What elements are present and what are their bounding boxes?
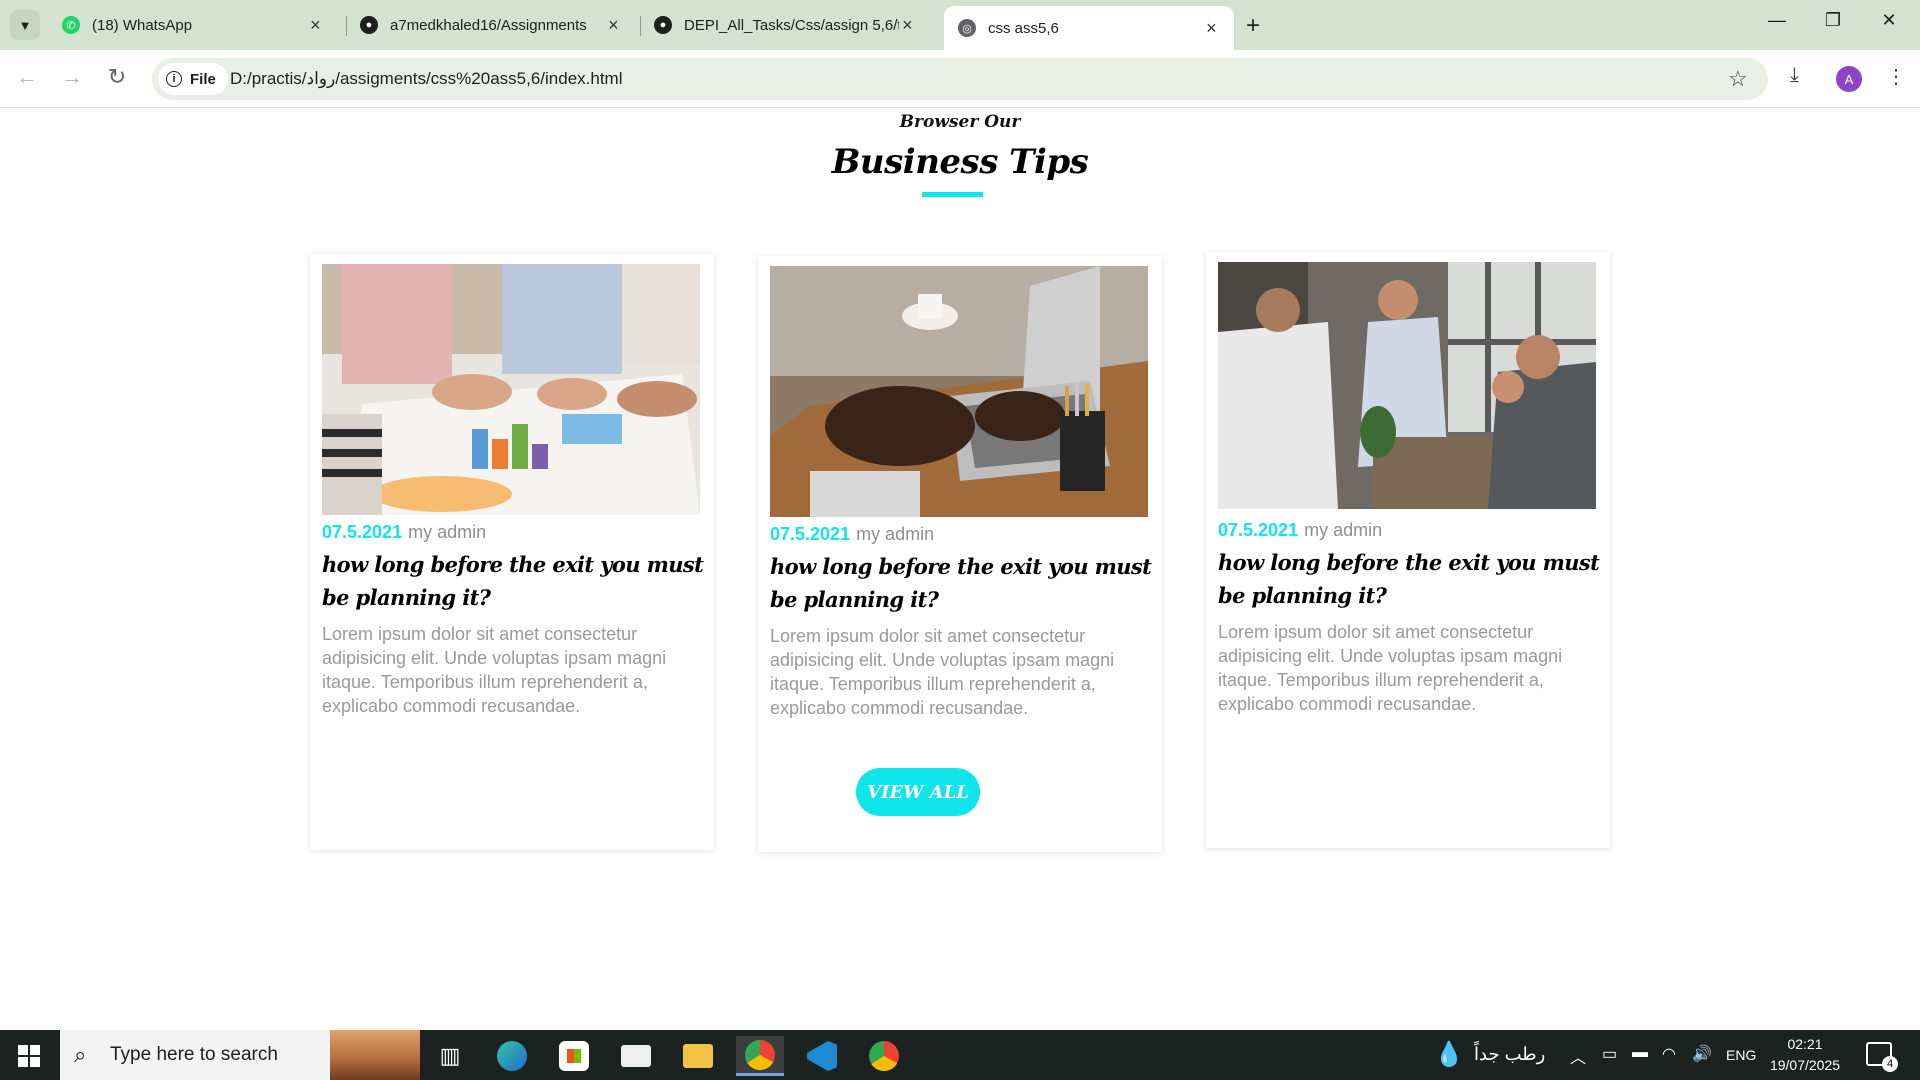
download-icon[interactable]: ⤓ <box>1790 64 1799 87</box>
clock[interactable]: 02:21 19/07/2025 <box>1766 1034 1844 1076</box>
post-date: 07.5.2021 <box>1218 520 1299 540</box>
profile-avatar[interactable]: A <box>1836 66 1862 92</box>
globe-icon: ◎ <box>958 19 976 37</box>
blog-card: 07.5.2021 my admin how long before the ex… <box>310 254 714 850</box>
post-author: my admin <box>1304 520 1383 540</box>
close-icon[interactable]: × <box>899 15 916 36</box>
close-window-icon[interactable]: ✕ <box>1874 10 1904 31</box>
windows-taskbar: ⌕ Type here to search ▥ 💧 رطب جداً ︿ ▭ ▬… <box>0 1030 1920 1080</box>
browser-toolbar: ← → ↻ i File D:/practis/رواد/assigments/… <box>0 50 1920 108</box>
chrome-icon <box>869 1041 899 1071</box>
web-page: Browser Our Business Tips 07.5.2021 my a… <box>0 108 1920 1030</box>
wifi-icon[interactable]: ◠ <box>1662 1044 1676 1064</box>
tab-css-ass[interactable]: ◎ css ass5,6 × <box>944 6 1234 50</box>
vscode-icon <box>807 1041 837 1071</box>
task-view-icon: ▥ <box>439 1043 461 1068</box>
weather-drop-icon: 💧 <box>1434 1041 1464 1068</box>
taskbar-explorer[interactable] <box>674 1036 722 1076</box>
taskbar-mail[interactable] <box>612 1036 660 1076</box>
post-meta: 07.5.2021 my admin <box>322 522 486 543</box>
taskbar-vscode[interactable] <box>798 1036 846 1076</box>
post-heading[interactable]: how long before the exit you must be pla… <box>322 548 706 614</box>
taskbar-search[interactable]: ⌕ Type here to search <box>60 1030 420 1080</box>
mail-icon <box>621 1045 651 1067</box>
taskbar-chrome-profile[interactable] <box>860 1036 908 1076</box>
blog-card: 07.5.2021 my admin how long before the ex… <box>1206 252 1610 848</box>
section-kicker: Browser Our <box>899 112 1021 132</box>
close-icon[interactable]: × <box>307 15 324 36</box>
search-highlight-image <box>330 1030 420 1080</box>
post-heading[interactable]: how long before the exit you must be pla… <box>770 550 1154 616</box>
notification-icon[interactable]: 4 <box>1866 1042 1898 1072</box>
section-title: Business Tips <box>831 142 1089 182</box>
site-info-label: File <box>190 70 216 88</box>
search-icon: ⌕ <box>74 1042 87 1067</box>
blog-photo-handshake <box>1218 262 1596 509</box>
post-meta: 07.5.2021 my admin <box>1218 520 1382 541</box>
post-excerpt: Lorem ipsum dolor sit amet consectetur a… <box>322 624 667 716</box>
tab-github-assignments[interactable]: ● a7medkhaled16/Assignments × <box>346 8 636 42</box>
blog-card: 07.5.2021 my admin how long before the ex… <box>758 256 1162 852</box>
close-icon[interactable]: × <box>605 15 622 36</box>
clock-time: 02:21 <box>1787 1036 1823 1052</box>
post-meta: 07.5.2021 my admin <box>770 524 934 545</box>
post-heading[interactable]: how long before the exit you must be pla… <box>1218 546 1602 612</box>
address-bar[interactable]: i File D:/practis/رواد/assigments/css%20… <box>152 58 1768 100</box>
site-info-chip[interactable]: i File <box>158 63 228 95</box>
post-excerpt: Lorem ipsum dolor sit amet consectetur a… <box>1218 622 1563 714</box>
minimize-icon[interactable]: — <box>1762 10 1792 31</box>
url-text[interactable]: D:/practis/رواد/assigments/css%20ass5,6/… <box>230 69 623 89</box>
tab-title: DEPI_All_Tasks/Css/assign 5,6/ta <box>684 16 899 34</box>
notification-count: 4 <box>1882 1056 1898 1072</box>
task-view-button[interactable]: ▥ <box>426 1036 474 1076</box>
windows-start-icon[interactable] <box>18 1045 40 1067</box>
clock-date: 19/07/2025 <box>1769 1057 1841 1073</box>
post-date: 07.5.2021 <box>770 524 851 544</box>
github-icon: ● <box>360 16 378 34</box>
tab-github-depi[interactable]: ● DEPI_All_Tasks/Css/assign 5,6/ta × <box>640 8 930 42</box>
view-all-button[interactable]: VIEW ALL <box>856 768 980 816</box>
back-arrow-icon[interactable]: ← <box>12 64 42 90</box>
forward-arrow-icon[interactable]: → <box>57 64 87 90</box>
chrome-icon <box>745 1039 775 1070</box>
post-author: my admin <box>856 524 935 544</box>
edge-icon <box>497 1041 527 1071</box>
blog-photo-meeting-charts <box>322 264 700 515</box>
folder-icon <box>683 1044 713 1068</box>
taskbar-edge[interactable] <box>488 1036 536 1076</box>
taskbar-search-placeholder: Type here to search <box>110 1044 278 1065</box>
tab-search-button[interactable]: ▼ <box>10 10 40 40</box>
language-indicator[interactable]: ENG <box>1726 1047 1756 1063</box>
weather-text[interactable]: رطب جداً <box>1474 1044 1545 1065</box>
bookmark-star-icon[interactable]: ☆ <box>1728 66 1748 92</box>
post-date: 07.5.2021 <box>322 522 403 542</box>
taskbar-chrome-active[interactable] <box>736 1036 784 1076</box>
github-icon: ● <box>654 16 672 34</box>
battery-icon[interactable]: ▬ <box>1632 1044 1648 1062</box>
tab-title: (18) WhatsApp <box>92 16 193 34</box>
tab-title: css ass5,6 <box>988 19 1059 37</box>
title-underline <box>922 192 983 197</box>
info-icon: i <box>166 71 182 87</box>
blog-photo-laptop <box>770 266 1148 517</box>
new-tab-button[interactable]: + <box>1246 12 1260 40</box>
tab-whatsapp[interactable]: ✆ (18) WhatsApp × <box>48 8 338 42</box>
taskbar-store[interactable] <box>550 1036 598 1076</box>
reload-icon[interactable]: ↻ <box>102 64 132 90</box>
post-author: my admin <box>408 522 487 542</box>
store-icon <box>559 1041 589 1071</box>
restore-icon[interactable]: ❐ <box>1818 10 1848 31</box>
tab-title: a7medkhaled16/Assignments <box>390 16 587 34</box>
chevron-down-icon: ▼ <box>18 17 32 33</box>
chevron-up-icon[interactable]: ︿ <box>1570 1044 1586 1068</box>
post-excerpt: Lorem ipsum dolor sit amet consectetur a… <box>770 626 1115 718</box>
menu-kebab-icon[interactable]: ⋮ <box>1886 64 1906 89</box>
meet-icon[interactable]: ▭ <box>1602 1044 1617 1064</box>
whatsapp-icon: ✆ <box>62 16 80 34</box>
tab-strip: ▼ ✆ (18) WhatsApp × ● a7medkhaled16/Assi… <box>0 0 1920 50</box>
volume-icon[interactable]: 🔊 <box>1692 1044 1712 1064</box>
close-icon[interactable]: × <box>1203 18 1220 39</box>
